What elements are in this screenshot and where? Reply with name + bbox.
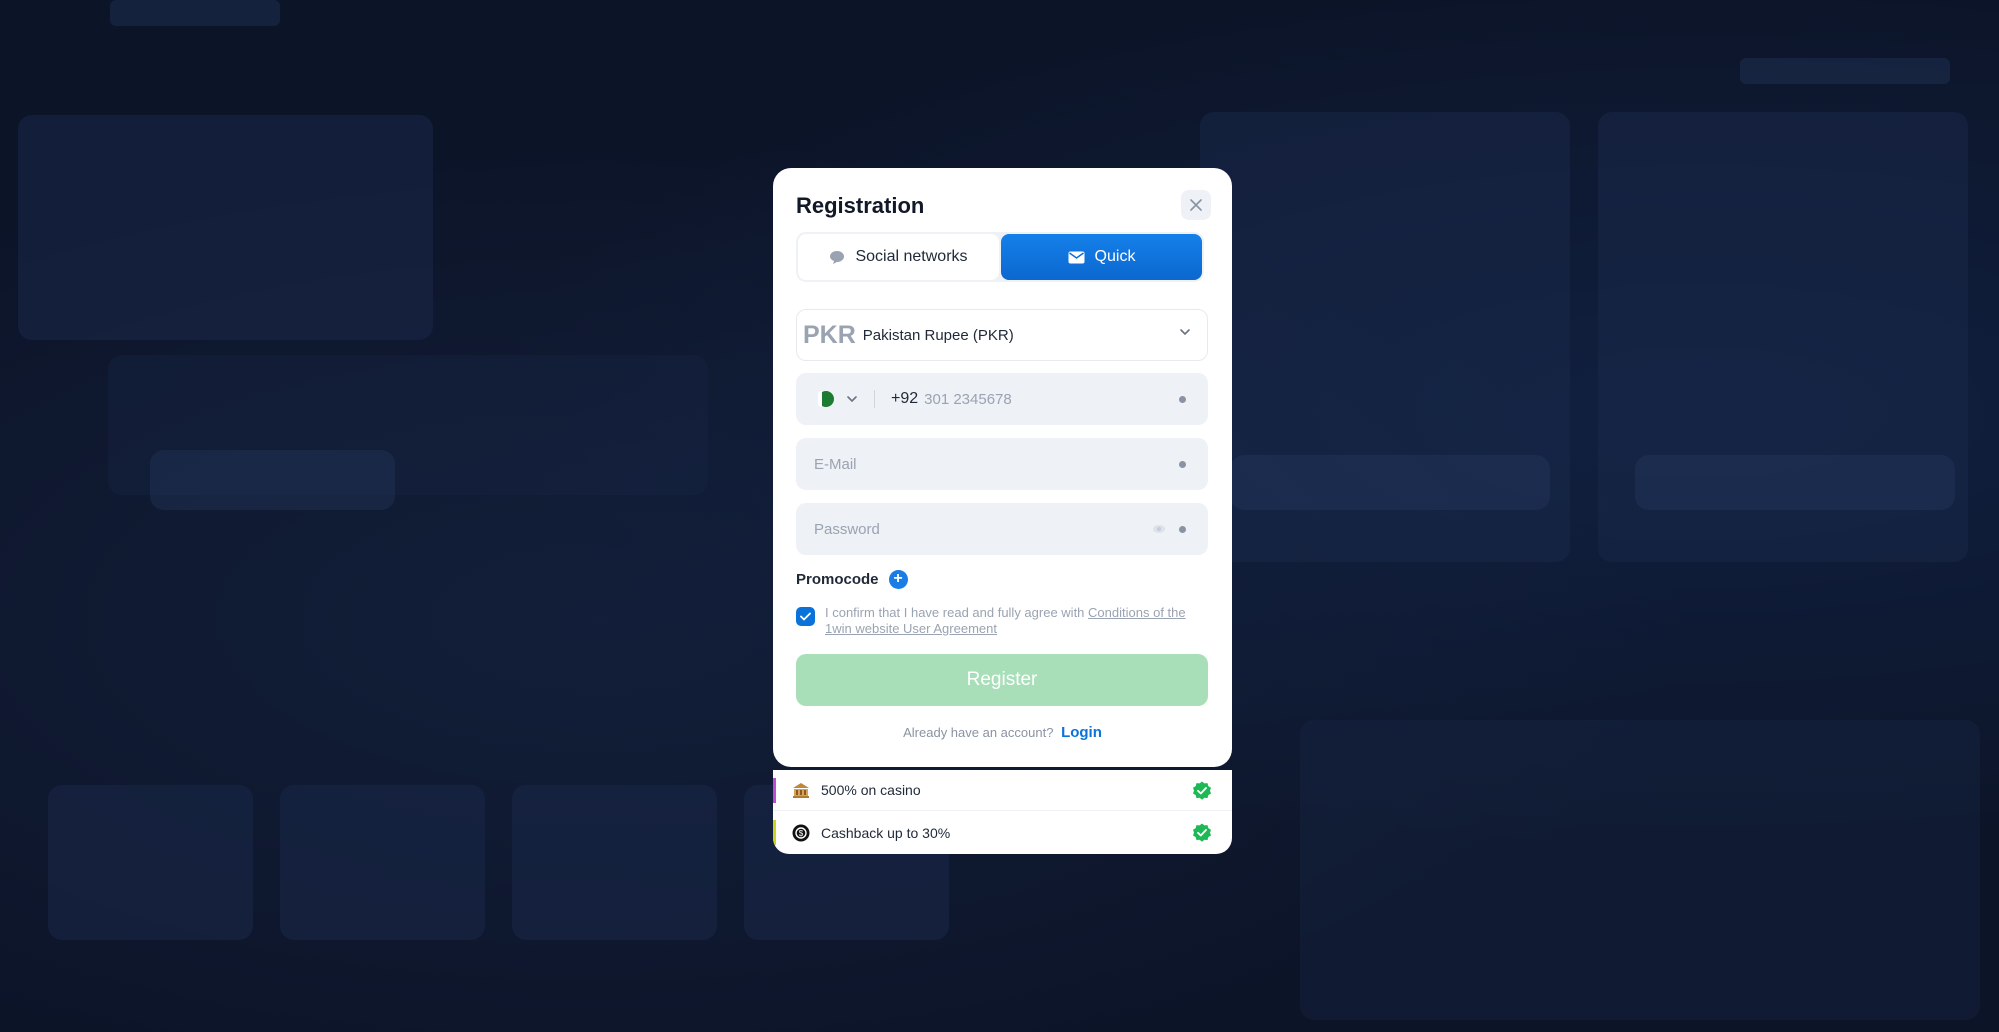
bg-button	[1230, 455, 1550, 510]
required-indicator	[1179, 396, 1186, 403]
tab-social-networks[interactable]: Social networks	[798, 234, 999, 280]
bonus-item: $ Cashback up to 30%	[773, 812, 1232, 853]
bg-game-banner	[1300, 720, 1980, 1020]
bg-header-button	[110, 0, 280, 26]
password-input[interactable]: Password	[814, 521, 880, 538]
bonus-item: 500% on casino	[773, 770, 1232, 811]
registration-tabs: Social networks Quick	[796, 232, 1204, 282]
agreement-checkbox[interactable]	[796, 607, 815, 626]
currency-code: PKR	[803, 320, 856, 349]
divider	[874, 390, 875, 408]
modal-title: Registration	[796, 193, 925, 218]
close-icon	[1190, 199, 1202, 211]
email-field[interactable]: E-Mail	[796, 438, 1208, 490]
registration-modal: Registration Social networks Quick PKR P…	[773, 168, 1232, 767]
promocode-label: Promocode	[796, 571, 879, 588]
bonus-label: Cashback up to 30%	[821, 824, 951, 841]
close-button[interactable]	[1181, 190, 1211, 220]
bg-button	[150, 450, 395, 510]
verified-check-icon	[1193, 781, 1211, 800]
phone-field[interactable]: +92 301 2345678	[796, 373, 1208, 425]
currency-name: Pakistan Rupee (PKR)	[862, 326, 1014, 344]
bg-banner	[18, 115, 433, 340]
required-indicator	[1179, 461, 1186, 468]
bg-button	[1635, 455, 1955, 510]
eye-icon[interactable]	[1152, 524, 1166, 534]
tab-label: Quick	[1094, 248, 1136, 265]
register-button[interactable]: Register	[796, 654, 1208, 706]
phone-input[interactable]: 301 2345678	[924, 391, 1012, 408]
bg-game-card	[48, 785, 253, 940]
promocode-row[interactable]: Promocode +	[796, 570, 908, 589]
currency-select[interactable]: PKR Pakistan Rupee (PKR)	[796, 309, 1208, 361]
envelope-icon	[1068, 251, 1085, 263]
verified-check-icon	[1193, 823, 1211, 842]
login-link[interactable]: Login	[1061, 724, 1102, 741]
chevron-down-icon[interactable]	[846, 395, 858, 403]
tab-quick[interactable]: Quick	[1001, 234, 1202, 280]
chat-bubble-icon	[830, 250, 845, 264]
svg-text:$: $	[799, 829, 804, 838]
bg-game-card	[512, 785, 717, 940]
password-field[interactable]: Password	[796, 503, 1208, 555]
login-prompt: Already have an account?	[903, 725, 1054, 740]
chevron-down-icon	[1180, 329, 1190, 336]
cashback-icon: $	[791, 823, 811, 843]
login-row: Already have an account? Login	[773, 724, 1232, 741]
casino-icon	[791, 780, 811, 800]
bg-header-button	[1740, 58, 1950, 84]
phone-prefix: +92	[891, 390, 919, 407]
bonus-accent	[773, 820, 776, 845]
pakistan-flag-icon	[818, 391, 834, 407]
required-indicator	[1179, 526, 1186, 533]
bonus-label: 500% on casino	[821, 782, 921, 798]
add-promocode-button[interactable]: +	[888, 570, 908, 589]
agreement-row: I confirm that I have read and fully agr…	[796, 605, 1206, 637]
bg-game-card	[280, 785, 485, 940]
bonus-panel: 500% on casino $ Cashback up to 30%	[773, 770, 1232, 854]
agreement-text: I confirm that I have read and fully agr…	[825, 605, 1206, 637]
tab-label: Social networks	[855, 248, 968, 265]
checkmark-icon	[800, 612, 811, 621]
email-input[interactable]: E-Mail	[814, 456, 857, 473]
agreement-statement: I confirm that I have read and fully agr…	[825, 605, 1085, 620]
bonus-accent	[773, 778, 776, 803]
